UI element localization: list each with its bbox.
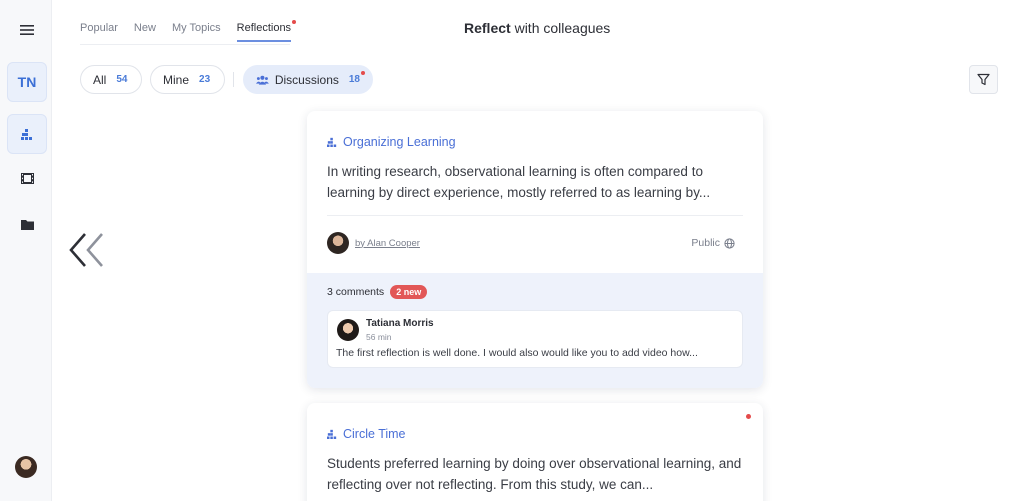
menu-icon[interactable] xyxy=(7,10,47,50)
folder-icon[interactable] xyxy=(7,204,47,244)
tab-label: New xyxy=(133,22,156,34)
reflection-card[interactable]: Organizing Learning In writing research,… xyxy=(307,111,763,388)
topic-icon xyxy=(327,429,337,439)
commenter-avatar xyxy=(337,319,359,341)
comment-text: The first reflection is well done. I wou… xyxy=(336,347,698,359)
filter-count: 23 xyxy=(199,74,211,85)
tab-new[interactable]: New xyxy=(134,22,156,42)
tabs-divider xyxy=(80,44,290,45)
page-title-bold: Reflect xyxy=(464,20,511,36)
filter-count-wrap: 18 xyxy=(348,71,365,85)
comments-header[interactable]: 3 comments 2 new xyxy=(327,285,428,299)
card-topic[interactable]: Organizing Learning xyxy=(327,135,456,149)
author-avatar xyxy=(327,232,349,254)
page-title: Reflect with colleagues xyxy=(464,20,610,36)
film-icon[interactable] xyxy=(7,158,47,198)
notification-dot xyxy=(361,71,365,75)
filter-mine-button[interactable]: Mine 23 xyxy=(150,65,225,94)
filter-label: All xyxy=(93,72,107,87)
sidebar: TN xyxy=(0,0,52,501)
users-icon xyxy=(256,75,269,85)
visibility-indicator: Public xyxy=(691,237,735,249)
filter-discussions-button[interactable]: Discussions 18 xyxy=(243,65,373,94)
topic-tabs: Popular New My Topics Reflections xyxy=(80,20,307,42)
tab-my-topics[interactable]: My Topics xyxy=(172,22,221,42)
back-chevron-icon[interactable] xyxy=(66,232,106,268)
topics-nav-icon[interactable] xyxy=(7,114,47,154)
comments-count: 3 comments xyxy=(327,286,385,298)
filter-separator xyxy=(233,72,234,87)
filter-count: 18 xyxy=(348,74,360,85)
user-avatar[interactable] xyxy=(15,456,37,478)
topic-label: Circle Time xyxy=(343,427,406,441)
filter-label: Mine xyxy=(163,72,190,87)
page-title-rest: with colleagues xyxy=(510,20,611,36)
tab-label: Reflections xyxy=(236,22,292,34)
globe-icon xyxy=(724,237,735,249)
topic-label: Organizing Learning xyxy=(343,135,456,149)
tab-label: Popular xyxy=(80,22,118,34)
author-name[interactable]: by Alan Cooper xyxy=(355,238,420,249)
comment-time: 56 min xyxy=(366,332,392,342)
filter-all-button[interactable]: All 54 xyxy=(80,65,142,94)
card-divider xyxy=(327,215,743,216)
topic-icon xyxy=(327,137,337,147)
visibility-label: Public xyxy=(691,237,720,249)
commenter-name: Tatiana Morris xyxy=(366,318,434,329)
filter-icon xyxy=(977,73,990,86)
new-badge: 2 new xyxy=(390,285,428,299)
filter-label: Discussions xyxy=(274,72,339,87)
card-author[interactable]: by Alan Cooper xyxy=(327,232,420,254)
unread-dot xyxy=(746,414,751,419)
filter-count: 54 xyxy=(116,74,128,85)
tab-popular[interactable]: Popular xyxy=(80,22,118,42)
comments-section: 3 comments 2 new Tatiana Morris 56 min T… xyxy=(307,273,763,388)
card-topic[interactable]: Circle Time xyxy=(327,427,406,441)
comment-item[interactable]: Tatiana Morris 56 min The first reflecti… xyxy=(327,310,743,368)
tab-reflections[interactable]: Reflections xyxy=(236,20,297,42)
notification-dot xyxy=(292,20,297,24)
user-initials-button[interactable]: TN xyxy=(7,62,47,102)
reflection-card[interactable]: Circle Time Students preferred learning … xyxy=(307,403,763,501)
filter-button[interactable] xyxy=(969,65,998,94)
card-body-text: In writing research, observational learn… xyxy=(327,164,711,200)
card-body-text: Students preferred learning by doing ove… xyxy=(327,456,742,492)
tab-label: My Topics xyxy=(171,22,221,34)
